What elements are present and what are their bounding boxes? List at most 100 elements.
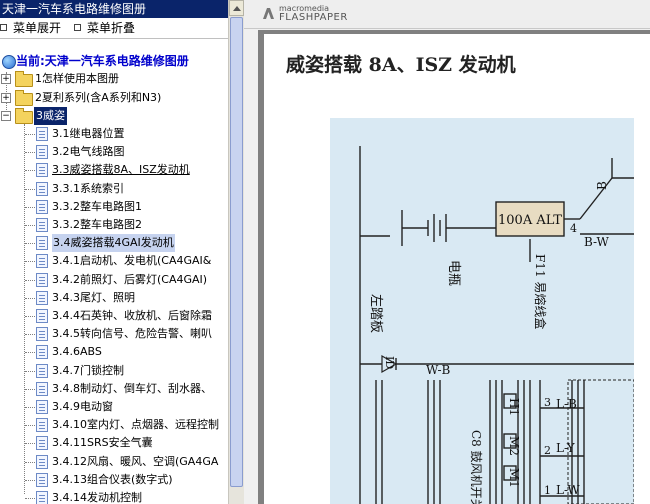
tree-guide <box>25 225 35 226</box>
document-icon <box>36 455 48 469</box>
tree-item[interactable]: 3.4威姿搭载4GAI发动机 <box>0 234 228 252</box>
id-label: ID <box>383 356 396 369</box>
pin-4-label: 4 <box>570 222 577 235</box>
document-icon <box>36 436 48 450</box>
pin-1-label: 1 <box>544 484 551 497</box>
tree-item[interactable]: 3.4.1启动机、发电机(CA4GAI& <box>0 252 228 270</box>
tree-guide <box>25 389 35 390</box>
tree-item[interactable]: 3.4.3尾灯、照明 <box>0 289 228 307</box>
tree-guide <box>25 316 35 317</box>
expand-plus-icon[interactable]: + <box>1 74 11 84</box>
tree-guide <box>25 480 35 481</box>
tree-item-label: 3.4.12风扇、暖风、空调(GA4GA <box>52 455 219 468</box>
tree-scrollbar[interactable] <box>228 0 244 504</box>
m2-label: M2 <box>507 436 521 456</box>
folder-open-icon <box>15 108 33 124</box>
tree-item-label: 3.4.10室内灯、点烟器、远程控制 <box>52 418 219 431</box>
kick-panel-label: 左踏板 <box>368 294 383 333</box>
tree-item-label: 3.3.2整车电路图2 <box>52 218 142 231</box>
tree-item[interactable]: 3.3.2整车电路图2 <box>0 216 228 234</box>
tree-item-label: 3.4.3尾灯、照明 <box>52 291 135 304</box>
tree-item[interactable]: 3.4.10室内灯、点烟器、远程控制 <box>0 416 228 434</box>
tree-item-label: 3.4.5转向信号、危险告警、喇叭 <box>52 327 212 340</box>
tree-item-label: 3.4.4石英钟、收放机、后窗除霜 <box>52 309 212 322</box>
tree-guide <box>25 280 35 281</box>
tree-item[interactable]: 3.4.13组合仪表(数字式) <box>0 471 228 489</box>
document-icon <box>36 291 48 305</box>
lw-label: L-W <box>556 483 580 497</box>
tree-item[interactable]: 3.4.5转向信号、危险告警、喇叭 <box>0 325 228 343</box>
tree-guide <box>25 498 35 499</box>
alt-label: 100A ALT <box>498 213 562 228</box>
tree-guide <box>25 243 35 244</box>
b-label: B <box>595 181 609 190</box>
pin-2-label: 2 <box>544 444 551 457</box>
tree-item-label: 3.4.6ABS <box>52 345 102 358</box>
battery-label: 电瓶 <box>446 260 461 286</box>
flashpaper-toolbar: macromedia FLASHPAPER <box>244 0 650 29</box>
tree-item[interactable]: 3.3.1系统索引 <box>0 180 228 198</box>
tree-guide <box>25 189 35 190</box>
document-icon <box>36 145 48 159</box>
menu-expand-button[interactable]: 菜单展开 <box>0 18 61 38</box>
tree-item-label: 3.4.1启动机、发电机(CA4GAI& <box>52 254 212 267</box>
brand-bottom: FLASHPAPER <box>279 12 348 23</box>
tree-item[interactable]: 3.4.14发动机控制 <box>0 489 228 504</box>
expand-icon <box>0 24 7 31</box>
document-icon <box>36 491 48 504</box>
document-icon <box>36 200 48 214</box>
tree-guide <box>25 134 35 135</box>
scroll-up-arrow-icon[interactable] <box>229 0 244 16</box>
document-icon <box>36 382 48 396</box>
tree-item[interactable]: 3.4.9电动窗 <box>0 398 228 416</box>
document-icon <box>36 345 48 359</box>
document-icon <box>36 418 48 432</box>
tree-guide <box>25 352 35 353</box>
document-icon <box>36 236 48 250</box>
tree-item[interactable]: 3.2电气线路图 <box>0 143 228 161</box>
flashpaper-logo-icon <box>263 8 274 19</box>
c8-label: C8 鼓风机开关 <box>469 430 483 504</box>
tree-item[interactable]: 3.4.6ABS <box>0 343 228 361</box>
expand-plus-icon[interactable]: + <box>1 93 11 103</box>
document-icon <box>36 163 48 177</box>
tree-guide <box>25 371 35 372</box>
tree-item[interactable]: 3.1继电器位置 <box>0 125 228 143</box>
tree-guide <box>25 207 35 208</box>
tree-item[interactable]: 3.3.2整车电路图1 <box>0 198 228 216</box>
tree-item-label: 3.4.9电动窗 <box>52 400 113 413</box>
tree-folder-2[interactable]: + 2夏利系列(含A系列和N3) <box>0 89 228 107</box>
menu-toolbar: 菜单展开 菜单折叠 <box>0 18 228 38</box>
menu-collapse-label: 菜单折叠 <box>87 21 136 35</box>
tree-guide <box>25 334 35 335</box>
wiring-schematic: 100A ALT 4 B-W B F11 易熔线盒 电瓶 左踏板 ID W-B … <box>330 118 634 504</box>
tree-item-label: 3.1继电器位置 <box>52 127 125 140</box>
tree-item[interactable]: 3.4.12风扇、暖风、空调(GA4GA <box>0 453 228 471</box>
m1-label: M1 <box>507 468 521 488</box>
tree-folder-1[interactable]: + 1怎样使用本图册 <box>0 70 228 88</box>
tree-item-label: 3.4.14发动机控制 <box>52 491 142 504</box>
menu-expand-label: 菜单展开 <box>13 21 62 35</box>
tree-guide <box>25 152 35 153</box>
page-title: 威姿搭载 8A、ISZ 发动机 <box>286 54 516 76</box>
document-icon <box>36 273 48 287</box>
scroll-thumb[interactable] <box>230 17 243 487</box>
tree-item[interactable]: 3.4.8制动灯、倒车灯、刮水器、 <box>0 380 228 398</box>
tree-item[interactable]: 3.4.11SRS安全气囊 <box>0 434 228 452</box>
menu-collapse-button[interactable]: 菜单折叠 <box>74 18 135 38</box>
document-viewer: macromedia FLASHPAPER 威姿搭载 8A、ISZ 发动机 10… <box>244 0 650 504</box>
tree-pane: 天津一汽车系电路维修图册 菜单展开 菜单折叠 当前:天津一汽车系电路维修图册 +… <box>0 0 228 504</box>
tree-folder-3[interactable]: − 3威姿 <box>0 107 228 125</box>
tree-item[interactable]: 3.4.7门锁控制 <box>0 362 228 380</box>
bw-label: B-W <box>584 235 609 249</box>
tree-item-label: 3.4.7门锁控制 <box>52 364 124 377</box>
tree-item[interactable]: 3.4.2前照灯、后雾灯(CA4GAI) <box>0 271 228 289</box>
document-icon <box>36 309 48 323</box>
tree-item[interactable]: 3.4.4石英钟、收放机、后窗除霜 <box>0 307 228 325</box>
tree-item[interactable]: 3.3威姿搭载8A、ISZ发动机 <box>0 161 228 179</box>
tree-folder-label: 1怎样使用本图册 <box>35 72 119 85</box>
tree-guide <box>25 425 35 426</box>
divider <box>0 38 228 39</box>
tree-item-label: 3.4.11SRS安全气囊 <box>52 436 153 449</box>
collapse-minus-icon[interactable]: − <box>1 111 11 121</box>
